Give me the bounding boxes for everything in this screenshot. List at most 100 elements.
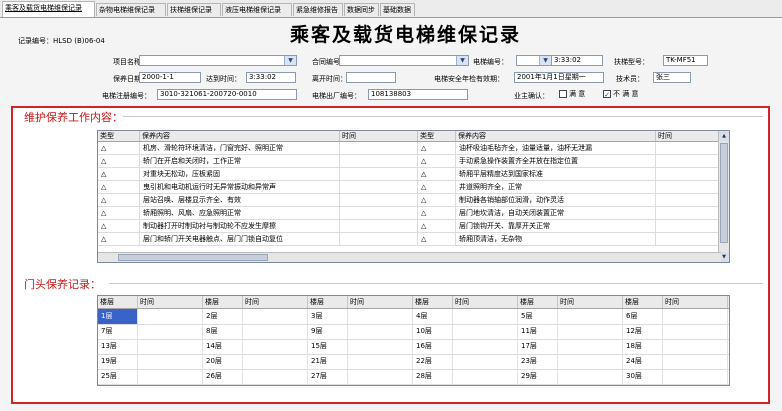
floor-time-cell[interactable] bbox=[453, 339, 518, 354]
floor-time-cell[interactable] bbox=[243, 339, 308, 354]
time-cell[interactable] bbox=[340, 155, 418, 167]
type-cell[interactable]: △ bbox=[418, 194, 456, 206]
table-row[interactable]: △ 制动器打开时制动衬与制动轮不应发生摩擦 △ 层门锁钩开关、靠厚开关正常 bbox=[98, 220, 729, 233]
chevron-down-icon[interactable]: ▼ bbox=[539, 56, 551, 65]
content-cell[interactable]: 制动器打开时制动衬与制动轮不应发生摩擦 bbox=[140, 220, 340, 232]
tab-escalator[interactable]: 扶梯维保记录 bbox=[167, 3, 221, 16]
floor-time-cell[interactable] bbox=[663, 369, 728, 384]
time-cell[interactable] bbox=[340, 142, 418, 154]
chevron-down-icon[interactable]: ▼ bbox=[284, 56, 296, 65]
checkmark-icon[interactable]: ✓ bbox=[603, 90, 611, 99]
type-cell[interactable]: △ bbox=[98, 233, 140, 245]
checkbox-box[interactable] bbox=[559, 90, 567, 98]
type-cell[interactable]: △ bbox=[98, 168, 140, 180]
floor-cell[interactable]: 17层 bbox=[518, 339, 558, 354]
arrive-time-field[interactable]: 3:33:02 bbox=[246, 72, 296, 83]
type-cell[interactable]: △ bbox=[98, 207, 140, 219]
tab-emergency-repair[interactable]: 紧急维修报告 bbox=[293, 3, 343, 16]
table-row[interactable]: △ 层站召唤、层楼显示齐全、有效 △ 制动器各销轴部位润滑，动作灵活 bbox=[98, 194, 729, 207]
type-cell[interactable]: △ bbox=[418, 233, 456, 245]
time-cell[interactable] bbox=[340, 168, 418, 180]
floor-time-cell[interactable] bbox=[558, 354, 623, 369]
tab-passenger-freight[interactable]: 乘客及载货电梯维保记录 bbox=[2, 1, 95, 17]
type-cell[interactable]: △ bbox=[98, 220, 140, 232]
contract-no-select[interactable]: ▼ bbox=[339, 55, 469, 66]
floor-cell[interactable]: 14层 bbox=[203, 339, 243, 354]
table-row[interactable]: △ 机房、滑轮符环境清洁，门窗完好、照明正常 △ 油杯吸油毛毡齐全，油量适量，油杯无泄… bbox=[98, 142, 729, 155]
floor-time-cell[interactable] bbox=[663, 309, 728, 324]
type-cell[interactable]: △ bbox=[418, 181, 456, 193]
floor-time-cell[interactable] bbox=[663, 354, 728, 369]
elevator-time-field[interactable]: 3:33:02 bbox=[551, 55, 603, 66]
time-cell[interactable] bbox=[340, 181, 418, 193]
table-row[interactable]: 13层 14层 15层 16层 17层 18层 bbox=[98, 339, 729, 355]
content-cell[interactable]: 轿厢平层精度达到国家标准 bbox=[456, 168, 656, 180]
floor-time-cell[interactable] bbox=[348, 324, 413, 339]
floor-cell[interactable]: 30层 bbox=[623, 369, 663, 384]
floor-time-cell[interactable] bbox=[138, 369, 203, 384]
floor-cell[interactable]: 28层 bbox=[413, 369, 453, 384]
chevron-down-icon[interactable]: ▼ bbox=[456, 56, 468, 65]
table-row[interactable]: △ 轿门在开启和关闭时，工作正常 △ 手动紧急操作装置齐全并放在指定位置 bbox=[98, 155, 729, 168]
time-cell[interactable] bbox=[340, 220, 418, 232]
floor-time-cell[interactable] bbox=[348, 354, 413, 369]
floor-cell[interactable]: 10层 bbox=[413, 324, 453, 339]
floor-cell[interactable]: 12层 bbox=[623, 324, 663, 339]
table-row[interactable]: 19层 20层 21层 22层 23层 24层 bbox=[98, 354, 729, 370]
floor-time-cell[interactable] bbox=[558, 309, 623, 324]
type-cell[interactable]: △ bbox=[98, 181, 140, 193]
scroll-thumb[interactable] bbox=[720, 143, 728, 243]
floor-time-cell[interactable] bbox=[348, 369, 413, 384]
time-cell[interactable] bbox=[656, 233, 720, 245]
floor-cell[interactable]: 6层 bbox=[623, 309, 663, 324]
leave-time-field[interactable] bbox=[346, 72, 396, 83]
type-cell[interactable]: △ bbox=[98, 194, 140, 206]
time-cell[interactable] bbox=[340, 233, 418, 245]
floor-time-cell[interactable] bbox=[243, 369, 308, 384]
content-cell[interactable]: 机房、滑轮符环境清洁，门窗完好、照明正常 bbox=[140, 142, 340, 154]
tab-hydraulic[interactable]: 液压电梯维保记录 bbox=[222, 3, 292, 16]
floor-table[interactable]: 楼层 时间 楼层 时间 楼层 时间 楼层 时间 楼层 时间 楼层 时间 1层 2层 3层 4层 5层 6层 7层 8… bbox=[97, 295, 730, 386]
content-cell[interactable]: 对重块无松动，压板紧固 bbox=[140, 168, 340, 180]
type-cell[interactable]: △ bbox=[98, 142, 140, 154]
time-cell[interactable] bbox=[656, 155, 720, 167]
floor-cell[interactable]: 29层 bbox=[518, 369, 558, 384]
floor-time-cell[interactable] bbox=[453, 354, 518, 369]
vertical-scrollbar[interactable]: ▲ ▼ bbox=[718, 131, 729, 262]
floor-time-cell[interactable] bbox=[138, 309, 203, 324]
content-cell[interactable]: 层站召唤、层楼显示齐全、有效 bbox=[140, 194, 340, 206]
table-row[interactable]: 7层 8层 9层 10层 11层 12层 bbox=[98, 324, 729, 340]
floor-cell[interactable]: 23层 bbox=[518, 354, 558, 369]
time-cell[interactable] bbox=[656, 142, 720, 154]
project-name-select[interactable]: ▼ bbox=[139, 55, 297, 66]
floor-cell[interactable]: 2层 bbox=[203, 309, 243, 324]
floor-time-cell[interactable] bbox=[558, 369, 623, 384]
table-row[interactable]: △ 对重块无松动，压板紧固 △ 轿厢平层精度达到国家标准 bbox=[98, 168, 729, 181]
scroll-thumb[interactable] bbox=[118, 254, 268, 261]
floor-cell[interactable]: 15层 bbox=[308, 339, 348, 354]
time-cell[interactable] bbox=[656, 207, 720, 219]
content-cell[interactable]: 手动紧急操作装置齐全并放在指定位置 bbox=[456, 155, 656, 167]
table-row[interactable]: △ 轿厢照明、风扇、应急照明正常 △ 层门地坎清洁，自动关闭装置正常 bbox=[98, 207, 729, 220]
floor-time-cell[interactable] bbox=[348, 309, 413, 324]
floor-cell[interactable]: 4层 bbox=[413, 309, 453, 324]
floor-cell[interactable]: 22层 bbox=[413, 354, 453, 369]
floor-time-cell[interactable] bbox=[348, 339, 413, 354]
scroll-up-icon[interactable]: ▲ bbox=[719, 131, 729, 141]
horizontal-scrollbar[interactable] bbox=[98, 252, 721, 262]
floor-cell[interactable]: 13层 bbox=[98, 339, 138, 354]
floor-time-cell[interactable] bbox=[243, 324, 308, 339]
type-cell[interactable]: △ bbox=[418, 220, 456, 232]
reg-no-field[interactable]: 3010-321061-200720-0010 bbox=[157, 89, 297, 100]
floor-cell[interactable]: 24层 bbox=[623, 354, 663, 369]
type-cell[interactable]: △ bbox=[418, 168, 456, 180]
time-cell[interactable] bbox=[656, 181, 720, 193]
time-cell[interactable] bbox=[656, 194, 720, 206]
type-cell[interactable]: △ bbox=[418, 155, 456, 167]
floor-cell[interactable]: 5层 bbox=[518, 309, 558, 324]
floor-cell[interactable]: 27层 bbox=[308, 369, 348, 384]
floor-time-cell[interactable] bbox=[453, 369, 518, 384]
floor-cell[interactable]: 26层 bbox=[203, 369, 243, 384]
floor-cell[interactable]: 16层 bbox=[413, 339, 453, 354]
floor-cell[interactable]: 11层 bbox=[518, 324, 558, 339]
